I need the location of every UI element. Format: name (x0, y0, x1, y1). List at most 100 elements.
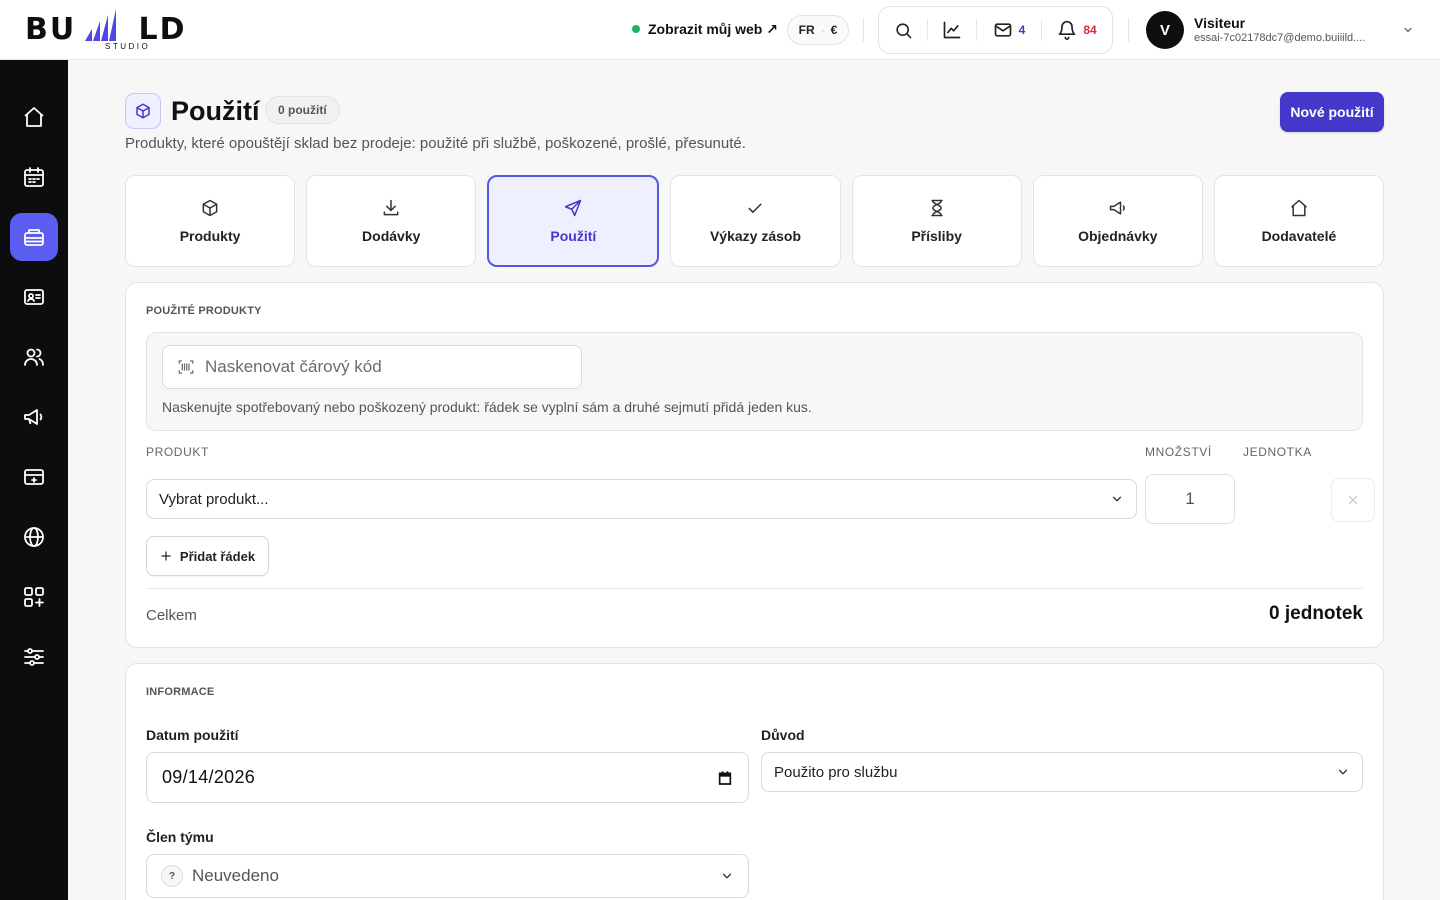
add-row-button[interactable]: Přidat řádek (146, 536, 269, 576)
language-currency-switch[interactable]: FR · € (787, 15, 849, 45)
megaphone-icon (24, 409, 43, 425)
section-divider (146, 588, 1363, 589)
analytics-button[interactable] (928, 7, 976, 53)
messages-button[interactable]: 4 (977, 7, 1041, 53)
reason-value: Použito pro službu (774, 763, 898, 781)
page-subtitle: Produkty, které opouštějí sklad bez prod… (125, 135, 746, 152)
user-info: Visiteur essai-7c02178dc7@demo.buiiild..… (1194, 15, 1394, 46)
user-menu[interactable]: V Visiteur essai-7c02178dc7@demo.buiiild… (1146, 10, 1416, 50)
reason-select[interactable]: Použito pro službu (761, 752, 1363, 792)
header-divider (863, 18, 864, 42)
barcode-scan-icon (178, 360, 194, 374)
sidebar-item-marketing[interactable] (10, 393, 58, 441)
currency-symbol: € (830, 23, 838, 37)
chart-line-icon (943, 21, 961, 39)
tab-label: Použití (550, 228, 597, 244)
apps-add-icon (24, 587, 44, 607)
date-label: Datum použití (146, 727, 239, 743)
hourglass-icon (930, 199, 943, 217)
sidebar-item-inventory[interactable] (10, 213, 58, 261)
top-bar: BU LD STUDIO Zobrazit můj web ↗ FR · € 4 (0, 0, 1440, 60)
column-header-quantity: MNOŽSTVÍ (1145, 445, 1212, 459)
notification-count-badge: 84 (1083, 23, 1097, 37)
barcode-scan-panel: Naskenujte spotřebovaný nebo poškozený p… (146, 332, 1363, 431)
search-button[interactable] (879, 7, 927, 53)
used-products-card: POUŽITÉ PRODUKTY Naskenujte spotřebovaný… (125, 282, 1384, 648)
megaphone-icon (1109, 201, 1125, 215)
reason-label: Důvod (761, 727, 805, 743)
product-select[interactable]: Vybrat produkt... (146, 479, 1137, 519)
date-field[interactable]: 09/14/2026 (146, 752, 749, 803)
tab-commitments[interactable]: Přísliby (851, 175, 1022, 267)
team-member-select[interactable]: ? Neuvedeno (146, 854, 749, 898)
user-email: essai-7c02178dc7@demo.buiiild.... (1194, 31, 1366, 44)
sidebar-item-website[interactable] (10, 513, 58, 561)
sidebar-item-team[interactable] (10, 333, 58, 381)
team-member-value: Neuvedeno (192, 866, 279, 885)
page-title: Použití (171, 96, 260, 126)
unknown-person-icon: ? (161, 865, 183, 887)
tab-label: Produkty (179, 228, 241, 244)
tab-label: Dodavatelé (1261, 228, 1337, 244)
bell-icon (1058, 20, 1076, 40)
remove-row-button[interactable] (1331, 478, 1375, 522)
tab-suppliers[interactable]: Dodavatelé (1213, 175, 1384, 267)
product-select-value: Vybrat produkt... (159, 490, 269, 508)
view-site-label: Zobrazit můj web ↗ (648, 20, 778, 37)
inventory-tabs: Produkty Dodávky Použití Výkazy zásob Př… (125, 175, 1384, 267)
tab-deliveries[interactable]: Dodávky (306, 175, 477, 267)
sidebar-item-calendar[interactable] (10, 153, 58, 201)
build-studio-logo[interactable]: BU LD STUDIO (25, 9, 185, 53)
page-title-icon-box (125, 93, 161, 129)
date-value: 09/14/2026 (162, 767, 256, 787)
barcode-input-wrapper[interactable] (162, 345, 582, 389)
payment-icon (24, 469, 44, 485)
new-usage-button[interactable]: Nové použití (1280, 92, 1384, 132)
tab-label: Objednávky (1078, 228, 1158, 244)
add-row-label: Přidat řádek (179, 548, 256, 564)
lang-separator: · (820, 23, 825, 37)
user-name: Visiteur (1194, 14, 1246, 31)
box-icon (136, 103, 150, 119)
inventory-icon (24, 229, 44, 246)
language-code: FR (798, 23, 815, 37)
tab-products[interactable]: Produkty (125, 175, 296, 267)
section-title: INFORMACE (146, 686, 215, 698)
total-value: 0 jednotek (1269, 603, 1363, 624)
sidebar-item-home[interactable] (10, 93, 58, 141)
sidebar-item-payments[interactable] (10, 453, 58, 501)
total-label: Celkem (146, 607, 197, 624)
mail-count-badge: 4 (1018, 23, 1026, 37)
sidebar-item-settings[interactable] (10, 633, 58, 681)
view-site-link[interactable]: Zobrazit můj web ↗ (632, 18, 778, 40)
chevron-down-icon (722, 873, 732, 879)
column-header-product: PRODUKT (146, 445, 209, 459)
chevron-down-icon (1404, 27, 1412, 33)
tab-orders[interactable]: Objednávky (1032, 175, 1203, 267)
box-icon (202, 199, 218, 217)
usage-count-badge: 0 použití (265, 96, 340, 124)
header-tools: 4 84 (878, 6, 1113, 54)
tab-label: Výkazy zásob (709, 228, 802, 244)
tab-usage[interactable]: Použití (487, 175, 660, 267)
online-status-dot (632, 25, 640, 33)
team-member-label: Člen týmu (146, 829, 214, 845)
tab-stock-reports[interactable]: Výkazy zásob (670, 175, 841, 267)
column-header-unit: JEDNOTKA (1243, 445, 1312, 459)
sidebar (0, 60, 68, 900)
send-icon (565, 199, 582, 217)
calendar-icon[interactable] (717, 770, 733, 786)
check-icon (748, 203, 763, 213)
mail-icon (994, 23, 1011, 37)
main-content: Použití 0 použití Produkty, které opoušt… (125, 60, 1384, 900)
sidebar-item-contacts[interactable] (10, 273, 58, 321)
sidebar-item-apps[interactable] (10, 573, 58, 621)
close-icon (1348, 495, 1358, 505)
team-member-value-wrap: ? Neuvedeno (161, 865, 279, 887)
home-icon (24, 107, 44, 127)
barcode-input[interactable] (205, 357, 565, 377)
scan-help-text: Naskenujte spotřebovaný nebo poškozený p… (162, 399, 812, 415)
plus-icon (161, 551, 171, 561)
quantity-input[interactable]: 1 (1145, 474, 1235, 524)
notifications-button[interactable]: 84 (1042, 7, 1112, 53)
